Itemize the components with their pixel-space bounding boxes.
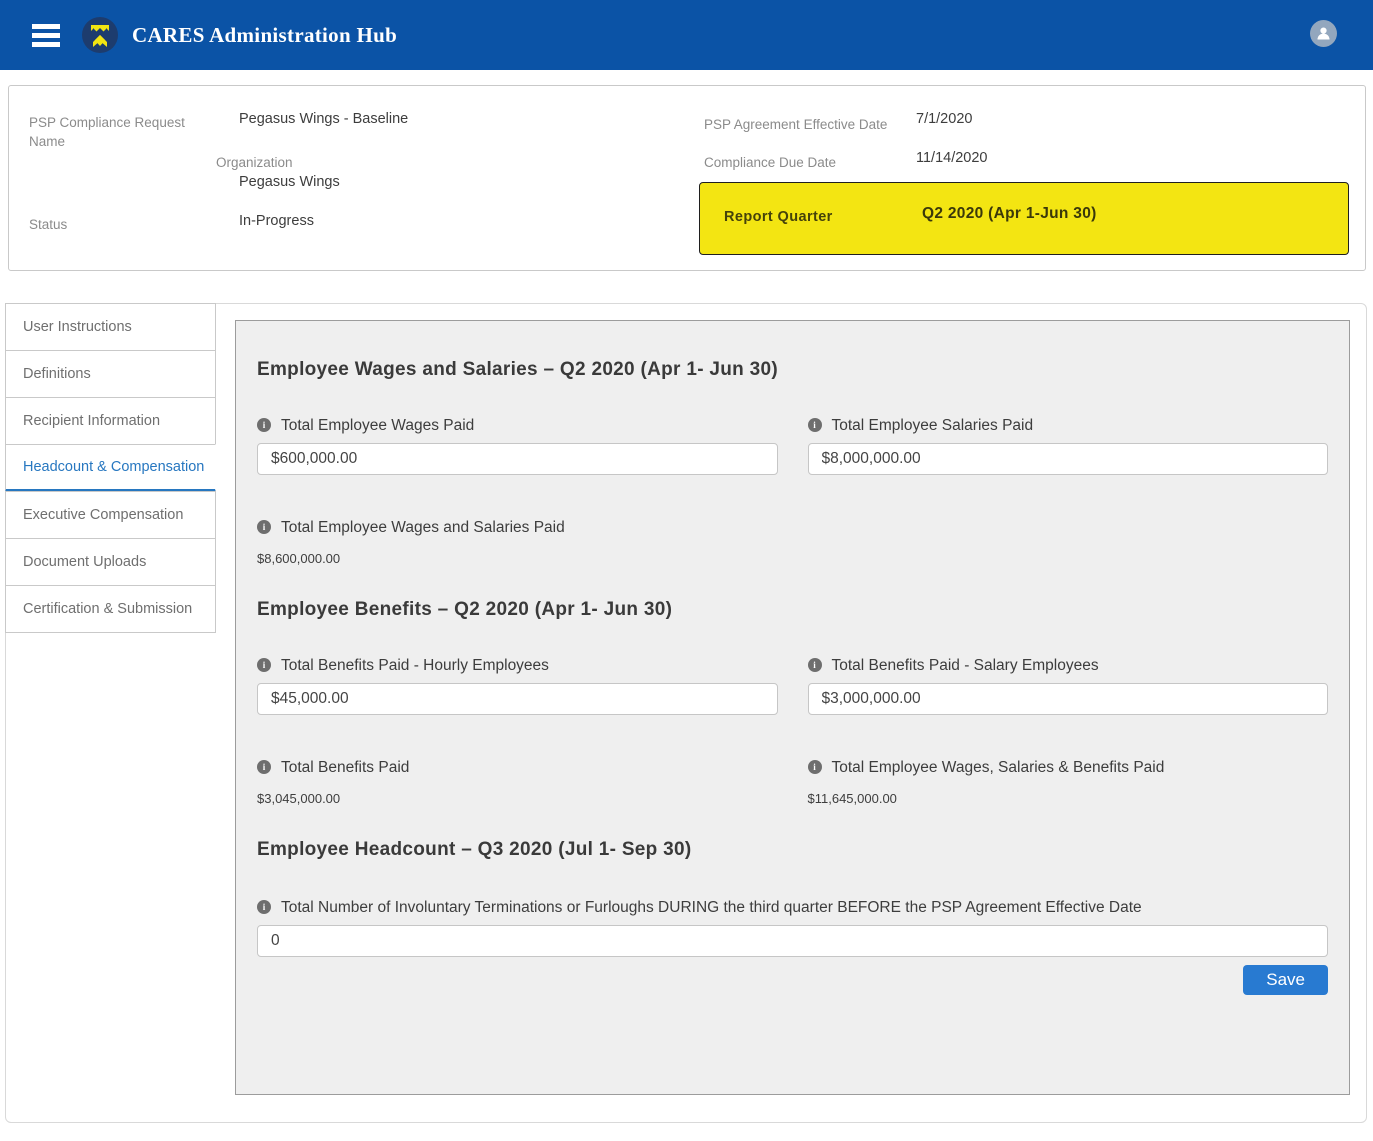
- report-quarter-highlight: Report Quarter Q2 2020 (Apr 1-Jun 30): [699, 182, 1349, 255]
- wages-paid-field: i Total Employee Wages Paid: [257, 415, 778, 475]
- status-label: Status: [29, 215, 67, 234]
- hamburger-menu-icon[interactable]: [32, 24, 60, 47]
- terminations-label: Total Number of Involuntary Terminations…: [281, 897, 1142, 918]
- shield-logo-icon: [81, 16, 119, 54]
- sidebar-item-executive-compensation[interactable]: Executive Compensation: [5, 491, 216, 539]
- info-icon[interactable]: i: [257, 760, 271, 774]
- sidebar-item-certification-submission[interactable]: Certification & Submission: [5, 585, 216, 633]
- status-value: In-Progress: [239, 213, 314, 229]
- total-all-label: Total Employee Wages, Salaries & Benefit…: [832, 757, 1165, 778]
- report-quarter-value: Q2 2020 (Apr 1-Jun 30): [922, 205, 1097, 223]
- total-wages-salaries-field: i Total Employee Wages and Salaries Paid…: [257, 517, 1328, 566]
- main-area: User Instructions Definitions Recipient …: [5, 303, 1367, 1123]
- salary-benefits-input[interactable]: [808, 683, 1329, 715]
- headcount-compensation-panel: Employee Wages and Salaries – Q2 2020 (A…: [235, 320, 1350, 1095]
- total-benefits-field: i Total Benefits Paid $3,045,000.00: [257, 757, 778, 806]
- info-icon[interactable]: i: [257, 900, 271, 914]
- wages-paid-label: Total Employee Wages Paid: [281, 415, 474, 436]
- info-icon[interactable]: i: [257, 520, 271, 534]
- terminations-input[interactable]: [257, 925, 1328, 957]
- hourly-benefits-input[interactable]: [257, 683, 778, 715]
- organization-value: Pegasus Wings: [239, 174, 340, 190]
- request-name-label: PSP Compliance Request Name: [29, 113, 189, 151]
- total-all-value: $11,645,000.00: [808, 791, 1329, 806]
- info-icon[interactable]: i: [808, 760, 822, 774]
- salaries-paid-label: Total Employee Salaries Paid: [832, 415, 1034, 436]
- sidebar-item-headcount-compensation[interactable]: Headcount & Compensation: [5, 444, 216, 492]
- section-tab-list: User Instructions Definitions Recipient …: [5, 303, 216, 633]
- salary-benefits-label: Total Benefits Paid - Salary Employees: [832, 655, 1099, 676]
- terminations-field: i Total Number of Involuntary Terminatio…: [257, 897, 1227, 918]
- total-wages-salaries-value: $8,600,000.00: [257, 551, 1328, 566]
- hourly-benefits-field: i Total Benefits Paid - Hourly Employees: [257, 655, 778, 715]
- due-date-label: Compliance Due Date: [704, 153, 836, 172]
- report-quarter-label: Report Quarter: [724, 209, 833, 225]
- app-header: CARES Administration Hub: [0, 0, 1373, 70]
- total-benefits-label: Total Benefits Paid: [281, 757, 409, 778]
- wages-paid-input[interactable]: [257, 443, 778, 475]
- info-icon[interactable]: i: [808, 418, 822, 432]
- salary-benefits-field: i Total Benefits Paid - Salary Employees: [808, 655, 1329, 715]
- hourly-benefits-label: Total Benefits Paid - Hourly Employees: [281, 655, 549, 676]
- organization-label: Organization: [216, 153, 293, 172]
- effective-date-label: PSP Agreement Effective Date: [704, 115, 887, 134]
- compliance-summary-card: PSP Compliance Request Name Pegasus Wing…: [8, 85, 1366, 271]
- info-icon[interactable]: i: [257, 418, 271, 432]
- wages-section-title: Employee Wages and Salaries – Q2 2020 (A…: [257, 359, 1328, 381]
- salaries-paid-input[interactable]: [808, 443, 1329, 475]
- sidebar-item-document-uploads[interactable]: Document Uploads: [5, 538, 216, 586]
- sidebar-item-definitions[interactable]: Definitions: [5, 350, 216, 398]
- sidebar-item-user-instructions[interactable]: User Instructions: [5, 303, 216, 351]
- due-date-value: 11/14/2020: [916, 150, 988, 166]
- total-wages-salaries-label: Total Employee Wages and Salaries Paid: [281, 517, 565, 538]
- total-benefits-value: $3,045,000.00: [257, 791, 778, 806]
- salaries-paid-field: i Total Employee Salaries Paid: [808, 415, 1329, 475]
- headcount-section-title: Employee Headcount – Q3 2020 (Jul 1- Sep…: [257, 839, 1328, 861]
- save-button[interactable]: Save: [1243, 965, 1328, 995]
- request-name-value: Pegasus Wings - Baseline: [239, 111, 408, 127]
- effective-date-value: 7/1/2020: [916, 111, 972, 127]
- user-avatar-icon[interactable]: [1310, 20, 1337, 47]
- benefits-section-title: Employee Benefits – Q2 2020 (Apr 1- Jun …: [257, 599, 1328, 621]
- app-title: CARES Administration Hub: [132, 23, 397, 48]
- info-icon[interactable]: i: [808, 658, 822, 672]
- info-icon[interactable]: i: [257, 658, 271, 672]
- sidebar-item-recipient-information[interactable]: Recipient Information: [5, 397, 216, 445]
- total-all-field: i Total Employee Wages, Salaries & Benef…: [808, 757, 1329, 806]
